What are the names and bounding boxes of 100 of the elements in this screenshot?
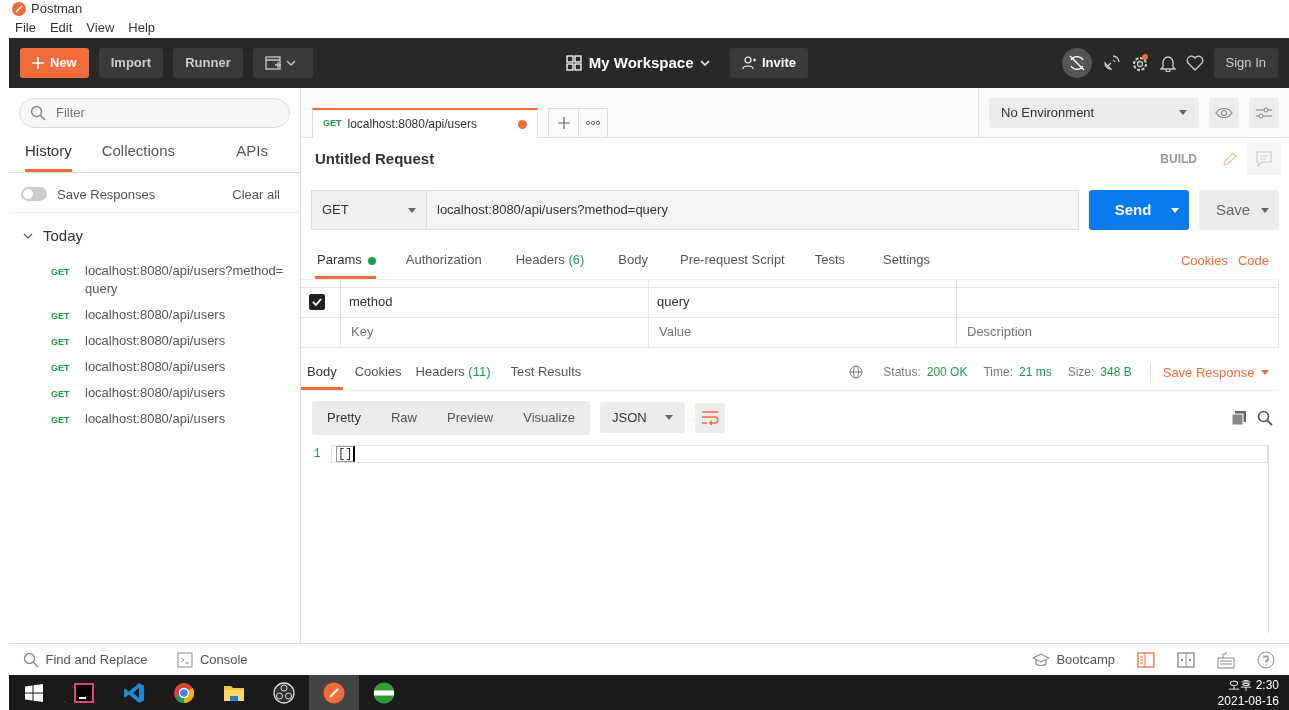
copy-icon[interactable] <box>1231 409 1247 426</box>
editor-icon <box>73 681 95 704</box>
method-label: GET <box>51 335 71 349</box>
response-tab[interactable]: Test Results <box>510 355 582 390</box>
tab-title: localhost:8080/api/users <box>347 116 477 133</box>
bootcamp-button[interactable]: Bootcamp <box>1031 649 1115 670</box>
clock-date: 2021-08-16 <box>1217 692 1279 709</box>
view-mode-tab[interactable]: Pretty <box>312 401 376 435</box>
request-option-tab[interactable]: Body <box>618 244 648 279</box>
response-tab[interactable]: Body <box>301 355 343 390</box>
search-icon <box>23 651 39 668</box>
dropdown-icon <box>1179 110 1187 115</box>
console-button[interactable]: Console <box>177 649 248 670</box>
method-label: GET <box>51 361 71 375</box>
more-tabs-button[interactable] <box>578 108 608 138</box>
sidebar-tab[interactable]: History <box>25 136 72 172</box>
request-option-tab[interactable]: Pre-request Script <box>679 244 785 279</box>
code-text: [] <box>336 445 356 462</box>
view-mode-tab[interactable]: Raw <box>375 401 432 435</box>
history-item[interactable]: localhost:8080/api/users <box>85 331 287 350</box>
checkbox[interactable] <box>309 294 325 310</box>
request-option-tab[interactable]: Settings <box>883 244 931 279</box>
workspace-menu[interactable]: My Workspace <box>566 51 710 75</box>
view-mode-tab[interactable]: Visualize <box>508 401 591 435</box>
send-button[interactable]: Send <box>1089 190 1189 230</box>
clock-time: 오후 2:30 <box>1227 676 1279 693</box>
sync-off-icon[interactable] <box>1061 48 1092 78</box>
metric-label: Size: <box>1067 364 1095 382</box>
request-option-tab[interactable]: Tests <box>814 244 846 279</box>
view-mode-tab[interactable]: Preview <box>432 401 509 435</box>
sign-in-button[interactable]: Sign In <box>1213 48 1278 78</box>
menu-item[interactable]: Help <box>128 17 156 38</box>
code-editor-icon <box>123 681 145 704</box>
toggle-switch[interactable] <box>21 187 47 202</box>
grid-icon <box>566 55 583 71</box>
method-label: GET <box>51 387 71 401</box>
value-field[interactable]: Value <box>657 321 948 343</box>
chevron-down-icon <box>700 59 710 67</box>
help-icon[interactable] <box>1257 650 1275 669</box>
invite-button[interactable]: Invite <box>730 48 808 78</box>
settings-sliders-button[interactable] <box>1249 97 1279 128</box>
heart-icon[interactable] <box>1185 55 1204 71</box>
plus-icon <box>32 57 44 69</box>
environment-select[interactable]: No Environment <box>989 97 1199 128</box>
history-item[interactable]: localhost:8080/api/users <box>85 409 287 428</box>
eye-button[interactable] <box>1209 97 1239 128</box>
windows-logo-icon <box>25 683 43 702</box>
search-icon[interactable] <box>1257 409 1273 426</box>
method-label: GET <box>323 117 342 131</box>
table-cell[interactable]: query <box>649 287 957 318</box>
table-cell[interactable]: method <box>341 287 649 318</box>
globe-icon <box>849 365 864 380</box>
dropdown-icon <box>1261 369 1269 375</box>
menu-item[interactable]: View <box>86 17 115 38</box>
wrap-lines-icon <box>700 410 719 425</box>
history-item[interactable]: localhost:8080/api/users <box>85 357 287 376</box>
method-select[interactable]: GET <box>311 190 426 230</box>
clear-all-link[interactable]: Clear all <box>232 184 280 204</box>
url-field[interactable]: localhost:8080/api/users?method=query <box>426 190 1079 230</box>
check-icon <box>312 298 322 306</box>
response-tab[interactable]: Headers (11) <box>415 355 491 390</box>
group-label[interactable]: Today <box>43 225 84 248</box>
toggle-label: Save Responses <box>57 185 156 204</box>
pencil-icon <box>1222 151 1238 167</box>
history-item[interactable]: localhost:8080/api/users <box>85 383 287 402</box>
postman-logo-icon <box>323 681 345 704</box>
sidebar-tab[interactable]: APIs <box>236 136 268 172</box>
sidebar-tab[interactable]: Collections <box>101 136 176 172</box>
response-tab[interactable]: Cookies <box>354 355 402 390</box>
postman-logo-icon <box>12 1 26 16</box>
sliders-icon <box>1255 105 1273 120</box>
request-option-tab[interactable]: Headers (6) <box>515 244 585 279</box>
terminal-icon <box>177 651 194 668</box>
history-item[interactable]: localhost:8080/api/users?method=query <box>85 261 287 298</box>
request-tab[interactable]: GET localhost:8080/api/users <box>312 108 538 138</box>
search-bar[interactable]: Filter <box>19 98 290 128</box>
key-field[interactable]: Key <box>349 321 640 343</box>
new-window-button[interactable] <box>252 48 313 78</box>
request-option-tab[interactable]: Authorization <box>405 244 482 279</box>
history-item[interactable]: localhost:8080/api/users <box>85 305 287 324</box>
menu-item[interactable]: File <box>15 17 36 38</box>
more-icon <box>586 121 600 125</box>
menu-item[interactable]: Edit <box>49 17 73 38</box>
request-name: Untitled Request <box>315 148 435 169</box>
bell-icon[interactable] <box>1159 54 1176 72</box>
line-number: 1 <box>312 445 322 463</box>
plus-icon <box>557 117 570 129</box>
runner-button[interactable]: Runner <box>173 48 243 78</box>
description-field[interactable]: Description <box>965 321 1270 343</box>
two-pane-icon[interactable] <box>1137 651 1155 668</box>
find-replace-button[interactable]: Find and Replace <box>23 649 148 670</box>
satellite-icon[interactable] <box>1101 54 1120 72</box>
split-view-icon[interactable] <box>1177 651 1195 668</box>
filter-field[interactable]: Filter <box>54 102 254 124</box>
format-select[interactable]: JSON <box>600 402 685 434</box>
dropdown-icon <box>408 207 416 213</box>
request-option-tab[interactable]: Params <box>315 244 376 279</box>
save-button[interactable]: Save <box>1199 190 1279 230</box>
import-button[interactable]: Import <box>98 48 164 78</box>
window-title: Postman <box>31 0 83 18</box>
